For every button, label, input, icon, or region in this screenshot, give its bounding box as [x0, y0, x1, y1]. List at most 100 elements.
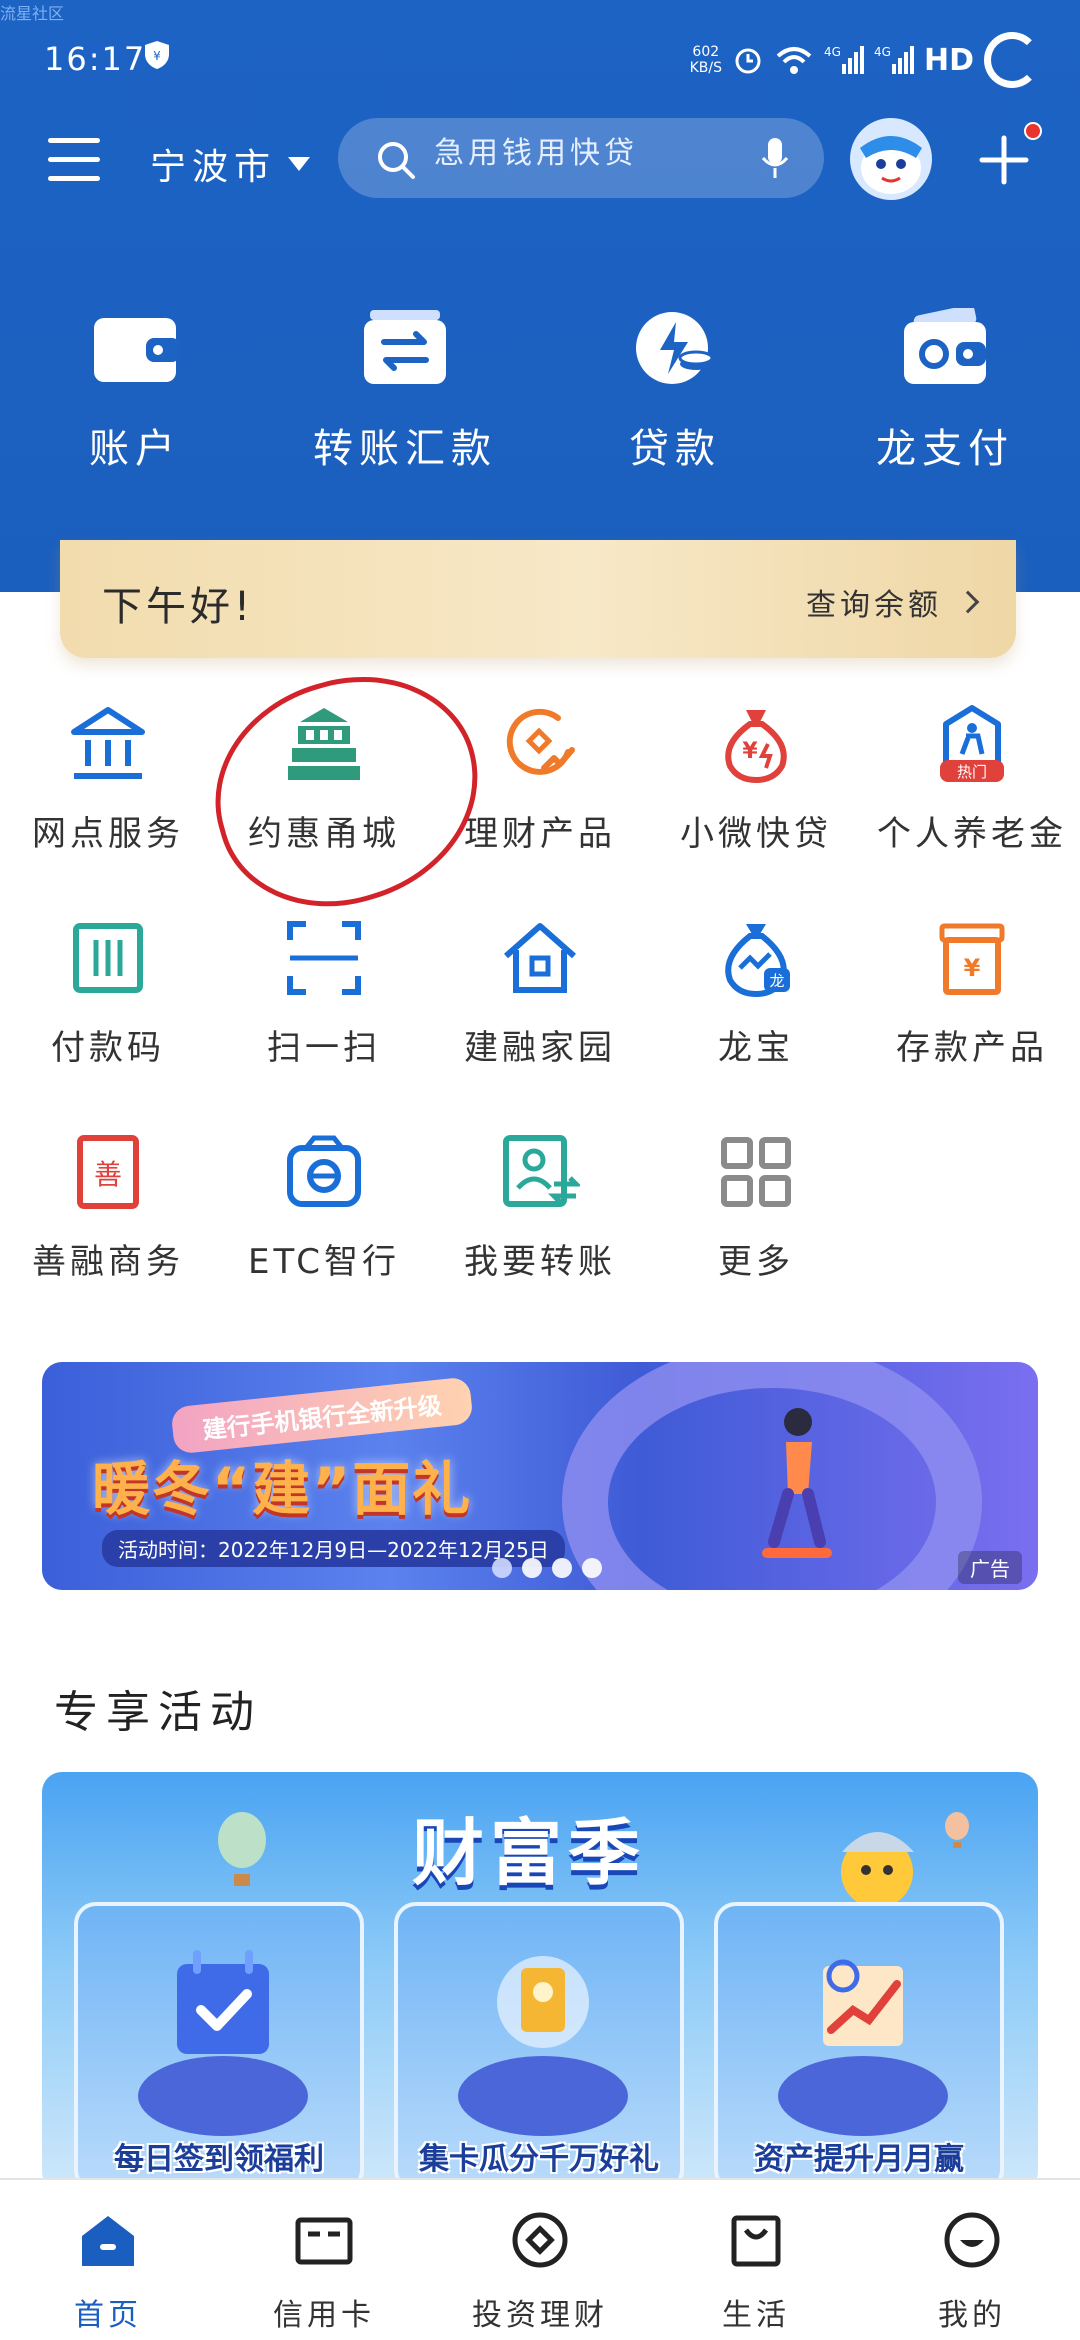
nav-profile[interactable]: 我的 [864, 2180, 1080, 2340]
network-1-label: 4G [824, 45, 841, 59]
service-deposit[interactable]: ¥ 存款产品 [864, 904, 1080, 1118]
quick-action-label: 贷款 [629, 426, 721, 472]
svg-text:¥: ¥ [964, 954, 981, 982]
avatar[interactable] [850, 118, 932, 200]
quick-action-label: 龙支付 [876, 426, 1014, 472]
service-etc[interactable]: ETC智行 [216, 1118, 432, 1332]
greeting-card-body: 下午好! 查询余额 [60, 540, 1016, 658]
bank-branch-icon [71, 707, 145, 779]
service-yuehui-yongcheng[interactable]: 约惠甬城 [216, 690, 432, 904]
shield-icon: ¥ [145, 41, 169, 69]
hot-air-balloon-icon [218, 1812, 266, 1886]
net-speed-unit: KB/S [689, 60, 722, 76]
nav-label: 生活 [722, 2298, 790, 2333]
city-selector[interactable]: 宁波市 [150, 138, 311, 190]
service-label: 更多 [718, 1242, 794, 1282]
activity-card-collect[interactable]: 集卡瓜分千万好礼 [394, 1902, 684, 2192]
banner-dot[interactable] [582, 1558, 602, 1578]
service-label: 我要转账 [464, 1242, 616, 1282]
nav-life[interactable]: 生活 [648, 2180, 864, 2340]
credit-card-icon [295, 2217, 353, 2265]
quick-action-label: 转账汇款 [313, 426, 497, 472]
signal-icon-2: 4G [874, 45, 914, 74]
plus-button[interactable] [974, 130, 1034, 190]
rising-chart-icon [823, 1959, 903, 2046]
home-nav-icon [82, 2216, 134, 2266]
service-label: 扫一扫 [267, 1028, 381, 1068]
loan-icon [636, 312, 714, 384]
header-background: 流星社区 16:17 ¥ 602 KB/S 4G 4G HD 宁波市 急用钱用快… [0, 0, 1080, 592]
small-balloon-icon [945, 1812, 969, 1848]
service-label: ETC智行 [248, 1242, 400, 1282]
network-2-label: 4G [874, 45, 891, 59]
quick-action-long-pay[interactable]: 龙支付 [810, 300, 1080, 480]
greeting-card: 下午好! 查询余额 [60, 540, 1016, 658]
banner-dot[interactable] [522, 1558, 542, 1578]
activity-card-asset[interactable]: 资产提升月月赢 [714, 1902, 1004, 2192]
service-branch[interactable]: 网点服务 [0, 690, 216, 904]
check-balance-link[interactable]: 查询余额 [806, 580, 980, 624]
activity-card-label: 集卡瓜分千万好礼 [419, 2142, 659, 2177]
quick-action-loan[interactable]: 贷款 [540, 300, 810, 480]
home-icon [504, 923, 576, 993]
service-label: 理财产品 [464, 814, 616, 854]
services-row-3: 善 善融商务 ETC智行 我要转账 更多 [0, 1118, 1080, 1332]
shanrong-icon: 善 [77, 1135, 139, 1209]
microphone-icon[interactable] [762, 138, 788, 180]
service-label: 个人养老金 [877, 814, 1067, 854]
activity-logo: 财富季 [412, 1811, 647, 1895]
activity-panel[interactable]: 财富季 每日签到领福利 集卡瓜分千万好礼 资产提升月月赢 [42, 1772, 1038, 2192]
service-more[interactable]: 更多 [648, 1118, 864, 1332]
service-jianrong-home[interactable]: 建融家园 [432, 904, 648, 1118]
money-bag-icon: ¥ [725, 710, 787, 784]
service-scan[interactable]: 扫一扫 [216, 904, 432, 1118]
svg-text:善: 善 [94, 1158, 122, 1191]
activity-card-checkin[interactable]: 每日签到领福利 [74, 1902, 364, 2192]
wifi-icon [776, 47, 812, 74]
chevron-right-icon [956, 590, 980, 614]
hot-badge: 热门 [957, 763, 987, 781]
nav-label: 投资理财 [472, 2298, 608, 2333]
mascot-icon [860, 136, 922, 194]
service-label: 存款产品 [896, 1028, 1048, 1068]
service-micro-loan[interactable]: ¥ 小微快贷 [648, 690, 864, 904]
bottom-navigation: 首页 信用卡 投资理财 生活 我的 [0, 2178, 1080, 2340]
activity-card-label: 每日签到领福利 [114, 2142, 324, 2177]
search-icon [378, 142, 415, 179]
service-label: 小微快贷 [680, 814, 832, 854]
svg-text:龙: 龙 [769, 972, 784, 990]
pension-icon: 热门 [940, 705, 1004, 782]
service-transfer-person[interactable]: 我要转账 [432, 1118, 648, 1332]
search-bar[interactable] [338, 118, 824, 198]
caret-down-icon [288, 157, 311, 171]
life-bag-icon [731, 2215, 781, 2267]
transfer-icon [364, 310, 446, 384]
pedestal-decoration [778, 2056, 948, 2136]
notification-dot [1024, 122, 1042, 140]
search-input[interactable] [434, 128, 734, 178]
quick-action-transfer[interactable]: 转账汇款 [270, 300, 540, 480]
nav-invest[interactable]: 投资理财 [432, 2180, 648, 2340]
service-wealth[interactable]: 理财产品 [432, 690, 648, 904]
menu-button[interactable] [48, 138, 100, 184]
service-shanrong[interactable]: 善 善融商务 [0, 1118, 216, 1332]
quick-action-account[interactable]: 账户 [0, 300, 270, 480]
loading-spinner-icon [984, 32, 1040, 88]
greeting-title: 下午好! [102, 584, 255, 630]
banner-dot[interactable] [492, 1558, 512, 1578]
service-label: 善融商务 [32, 1242, 184, 1282]
promo-banner[interactable]: 建行手机银行全新升级 暖冬“建”面礼 活动时间：2022年12月9日—2022年… [42, 1362, 1038, 1590]
nav-label: 信用卡 [273, 2298, 375, 2333]
banner-dot[interactable] [552, 1558, 572, 1578]
services-grid: 网点服务 约惠甬城 理财产品 ¥ 小微快贷 热门 个人养老金 付款码 扫一扫 建… [0, 690, 1080, 1332]
service-long-bao[interactable]: 龙 龙宝 [648, 904, 864, 1118]
nav-home[interactable]: 首页 [0, 2180, 216, 2340]
watermark: 流星社区 [0, 4, 65, 23]
net-speed-value: 602 [692, 44, 720, 60]
banner-pagination[interactable] [492, 1558, 602, 1578]
status-icons: 602 KB/S 4G 4G HD [690, 30, 1040, 90]
long-pay-icon [904, 304, 986, 384]
service-pay-code[interactable]: 付款码 [0, 904, 216, 1118]
service-personal-pension[interactable]: 热门 个人养老金 [864, 690, 1080, 904]
nav-credit-card[interactable]: 信用卡 [216, 2180, 432, 2340]
